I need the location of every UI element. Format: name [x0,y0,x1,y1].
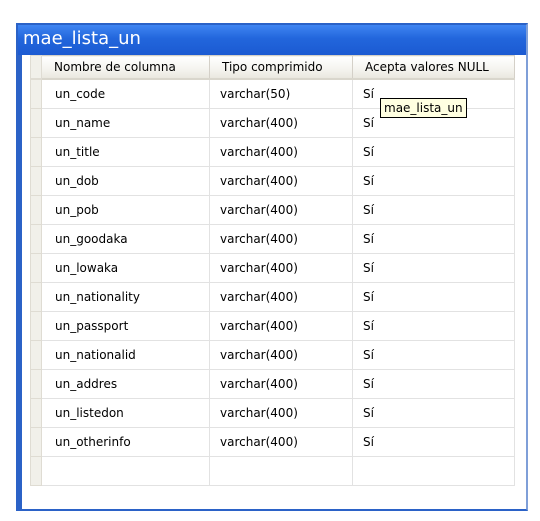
column-name-cell[interactable]: un_passport [41,311,210,341]
allow-nulls-cell[interactable]: Sí [352,137,515,167]
allow-nulls-cell[interactable]: Sí [352,166,515,196]
row-selector[interactable] [30,195,42,225]
row-selector[interactable] [30,340,42,370]
table-row[interactable]: un_listedon varchar(400) Sí [30,398,515,428]
data-type-cell[interactable] [209,456,353,486]
table-title: mae_lista_un [23,28,141,49]
column-name-cell[interactable]: un_name [41,108,210,138]
allow-nulls-cell[interactable]: Sí [352,311,515,341]
data-type-cell[interactable]: varchar(400) [209,369,353,399]
row-selector-header[interactable] [30,55,42,80]
allow-nulls-cell[interactable] [352,456,515,486]
data-type-cell[interactable]: varchar(400) [209,340,353,370]
table-designer-window[interactable]: mae_lista_un Nombre de columna Tipo comp… [16,23,528,511]
columns-grid[interactable]: Nombre de columna Tipo comprimido Acepta… [30,55,515,486]
allow-nulls-cell[interactable]: Sí [352,369,515,399]
row-selector[interactable] [30,369,42,399]
data-type-cell[interactable]: varchar(400) [209,282,353,312]
column-nullable-header[interactable]: Acepta valores NULL [352,55,515,80]
row-selector[interactable] [30,224,42,254]
column-name-cell[interactable]: un_lowaka [41,253,210,283]
column-name-cell[interactable] [41,456,210,486]
row-selector[interactable] [30,427,42,457]
row-selector[interactable] [30,137,42,167]
data-type-cell[interactable]: varchar(400) [209,108,353,138]
data-type-cell[interactable]: varchar(400) [209,166,353,196]
allow-nulls-cell[interactable]: Sí [352,253,515,283]
allow-nulls-cell[interactable]: Sí [352,224,515,254]
column-name-cell[interactable]: un_nationalid [41,340,210,370]
table-name-tooltip: mae_lista_un [380,98,467,118]
data-type-cell[interactable]: varchar(400) [209,195,353,225]
column-name-cell[interactable]: un_nationality [41,282,210,312]
table-row[interactable]: un_nationality varchar(400) Sí [30,282,515,312]
column-name-cell[interactable]: un_addres [41,369,210,399]
column-name-cell[interactable]: un_dob [41,166,210,196]
window-left-border [18,55,22,509]
data-type-cell[interactable]: varchar(400) [209,137,353,167]
table-row[interactable]: un_passport varchar(400) Sí [30,311,515,341]
table-row[interactable]: un_lowaka varchar(400) Sí [30,253,515,283]
table-row[interactable] [30,456,515,486]
column-name-cell[interactable]: un_title [41,137,210,167]
column-name-cell[interactable]: un_listedon [41,398,210,428]
row-selector[interactable] [30,282,42,312]
row-selector[interactable] [30,456,42,486]
grid-body: un_code varchar(50) Sí un_name varchar(400) S… [30,78,515,486]
row-selector[interactable] [30,253,42,283]
column-name-header[interactable]: Nombre de columna [41,55,210,80]
table-row[interactable]: un_addres varchar(400) Sí [30,369,515,399]
table-row[interactable]: un_dob varchar(400) Sí [30,166,515,196]
row-selector[interactable] [30,398,42,428]
row-selector[interactable] [30,311,42,341]
row-selector[interactable] [30,108,42,138]
grid-header-row: Nombre de columna Tipo comprimido Acepta… [30,55,515,80]
column-name-cell[interactable]: un_goodaka [41,224,210,254]
table-row[interactable]: un_pob varchar(400) Sí [30,195,515,225]
allow-nulls-cell[interactable]: Sí [352,398,515,428]
table-row[interactable]: un_goodaka varchar(400) Sí [30,224,515,254]
allow-nulls-cell[interactable]: Sí [352,282,515,312]
data-type-cell[interactable]: varchar(400) [209,427,353,457]
data-type-cell[interactable]: varchar(400) [209,253,353,283]
table-title-bar[interactable]: mae_lista_un [18,25,526,55]
allow-nulls-cell[interactable]: Sí [352,427,515,457]
row-selector[interactable] [30,78,42,109]
data-type-cell[interactable]: varchar(400) [209,224,353,254]
table-row[interactable]: un_otherinfo varchar(400) Sí [30,427,515,457]
column-type-header[interactable]: Tipo comprimido [209,55,353,80]
allow-nulls-cell[interactable]: Sí [352,195,515,225]
column-name-cell[interactable]: un_otherinfo [41,427,210,457]
table-row[interactable]: un_nationalid varchar(400) Sí [30,340,515,370]
data-type-cell[interactable]: varchar(400) [209,398,353,428]
column-name-cell[interactable]: un_code [41,78,210,109]
column-name-cell[interactable]: un_pob [41,195,210,225]
table-row[interactable]: un_title varchar(400) Sí [30,137,515,167]
row-selector[interactable] [30,166,42,196]
allow-nulls-cell[interactable]: Sí [352,340,515,370]
data-type-cell[interactable]: varchar(400) [209,311,353,341]
data-type-cell[interactable]: varchar(50) [209,78,353,109]
